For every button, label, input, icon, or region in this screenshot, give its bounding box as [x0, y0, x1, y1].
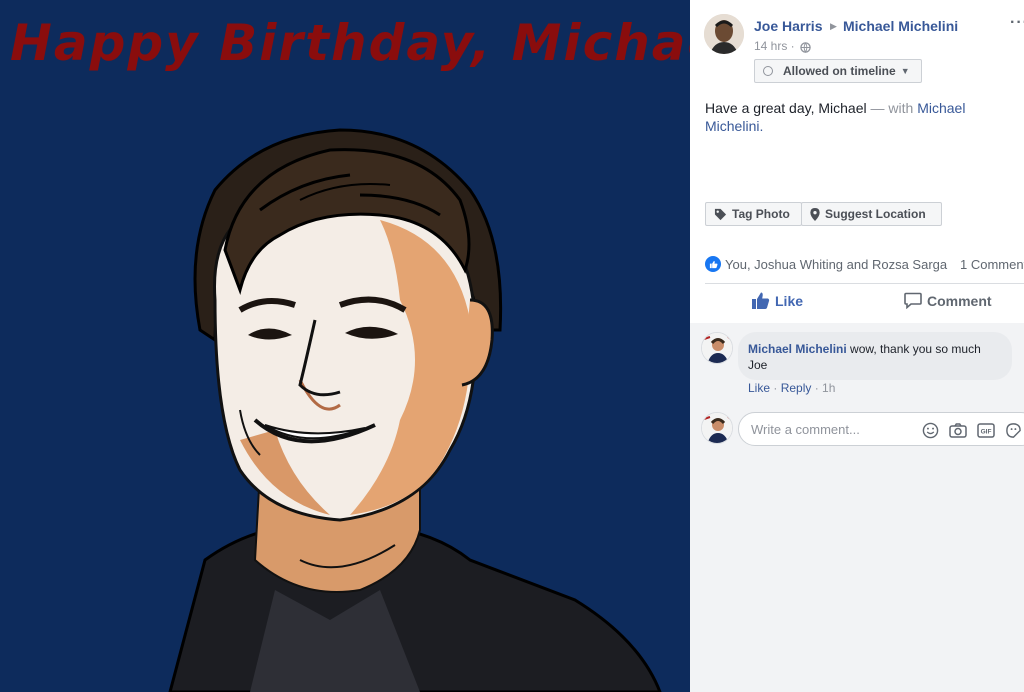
reactions-summary[interactable]: You, Joshua Whiting and Rozsa Sarga [705, 256, 947, 272]
comment-actions: Like · Reply · 1h [748, 381, 835, 395]
post-timestamp[interactable]: 14 hrs · [754, 39, 795, 53]
more-dots-icon[interactable]: ··· [1010, 14, 1024, 32]
comment-section: Michael Michelini wow, thank you so much… [690, 323, 1024, 692]
camera-icon[interactable] [949, 422, 967, 444]
emoji-icon[interactable] [922, 422, 939, 444]
avatar-image [704, 14, 744, 54]
comment-timestamp[interactable]: 1h [822, 381, 835, 395]
right-arrow-icon: ▶ [830, 21, 837, 31]
post-photo[interactable]: Happy Birthday, Michael [0, 0, 690, 692]
suggest-location-button[interactable]: Suggest Location [801, 202, 942, 226]
like-button[interactable]: Like [752, 292, 803, 309]
divider [705, 283, 1024, 284]
photo-caption-title: Happy Birthday, Michael [10, 14, 690, 72]
composer-icons: GIF [922, 422, 1022, 444]
comment-action-separator: · [770, 381, 781, 395]
timeline-button-label: Allowed on timeline [783, 64, 896, 78]
globe-icon[interactable] [800, 40, 811, 58]
comment-like-link[interactable]: Like [748, 381, 770, 395]
current-user-avatar-image [702, 413, 732, 443]
post-text-period: . [759, 118, 764, 134]
tag-icon [714, 208, 727, 221]
tag-photo-label: Tag Photo [732, 207, 790, 221]
author-avatar[interactable] [704, 14, 744, 54]
location-pin-icon [810, 207, 820, 221]
thumbs-up-icon [752, 292, 770, 309]
comment-bubble: Michael Michelini wow, thank you so much… [738, 332, 1012, 380]
like-button-label: Like [775, 292, 804, 309]
portrait-illustration [168, 128, 662, 692]
radio-circle-icon [763, 66, 773, 76]
post-target-link[interactable]: Michael Michelini [843, 18, 958, 34]
post-author-link[interactable]: Joe Harris [754, 18, 822, 34]
comment-reply-link[interactable]: Reply [781, 381, 812, 395]
post-text-main: Have a great day, Michael [705, 100, 867, 116]
sticker-icon[interactable] [1005, 422, 1022, 444]
post-side-panel: Joe Harris ▶ Michael Michelini ··· 14 hr… [690, 0, 1024, 692]
comment-author-link[interactable]: Michael Michelini [748, 342, 847, 356]
current-user-avatar[interactable] [701, 412, 733, 444]
commenter-avatar-image [702, 333, 732, 363]
reactions-text: You, Joshua Whiting and Rozsa Sarga [725, 256, 948, 272]
post-text: Have a great day, Michael — with Michael… [705, 99, 1005, 135]
svg-text:GIF: GIF [981, 429, 992, 436]
comment-button-label: Comment [927, 292, 992, 309]
post-text-with: — with [866, 100, 918, 116]
comment-count-link[interactable]: 1 Comment [960, 257, 1024, 272]
like-reaction-icon [705, 256, 721, 272]
caret-down-icon: ▼ [900, 66, 910, 76]
comment-action-separator: · [811, 381, 823, 395]
gif-icon[interactable]: GIF [977, 422, 995, 444]
comment-button[interactable]: Comment [904, 292, 992, 309]
suggest-location-label: Suggest Location [825, 207, 926, 221]
allowed-on-timeline-button[interactable]: Allowed on timeline ▼ [754, 59, 922, 83]
comment-bubble-icon [904, 292, 922, 309]
tag-photo-button[interactable]: Tag Photo [705, 202, 802, 226]
write-comment-placeholder: Write a comment... [751, 421, 860, 437]
commenter-avatar[interactable] [701, 332, 733, 364]
